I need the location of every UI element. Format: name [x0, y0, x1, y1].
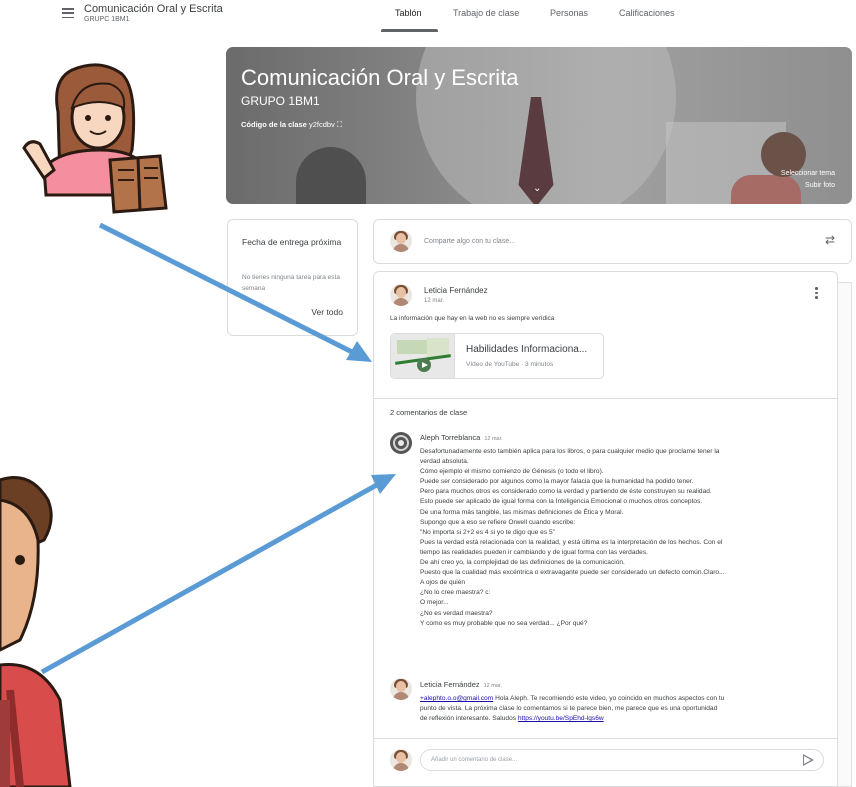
- teacher-illustration: [22, 63, 168, 214]
- student-illustration: [0, 476, 72, 787]
- annotation-overlay: [0, 63, 396, 787]
- arrow: [98, 222, 360, 358]
- arrow: [40, 479, 384, 675]
